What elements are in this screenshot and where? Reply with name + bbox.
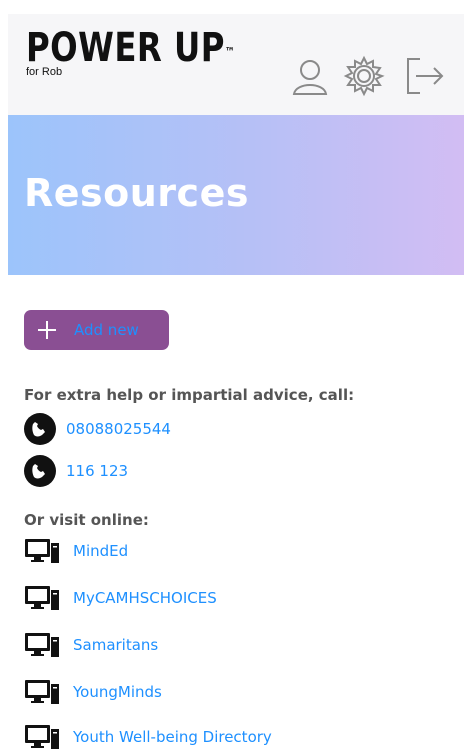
computer-icon bbox=[25, 539, 59, 563]
help-heading: For extra help or impartial advice, call… bbox=[24, 386, 355, 404]
gear-icon[interactable] bbox=[342, 54, 386, 98]
site-link-minded[interactable]: MindEd bbox=[73, 542, 128, 560]
phone-row: 116 123 bbox=[24, 455, 128, 487]
computer-icon bbox=[25, 633, 59, 657]
logout-icon[interactable] bbox=[402, 54, 446, 98]
logo[interactable]: POWER UP™ for Rob bbox=[26, 28, 258, 78]
site-row: Samaritans bbox=[24, 631, 158, 659]
add-new-label: Add new bbox=[74, 321, 139, 339]
phone-row: 08088025544 bbox=[24, 413, 171, 445]
user-icon[interactable] bbox=[288, 54, 332, 98]
site-link-samaritans[interactable]: Samaritans bbox=[73, 636, 158, 654]
visit-heading: Or visit online: bbox=[24, 511, 149, 529]
site-link-mycamhschoices[interactable]: MyCAMHSCHOICES bbox=[73, 589, 217, 607]
computer-icon bbox=[25, 586, 59, 610]
logo-main-text: POWER UP™ bbox=[26, 25, 236, 71]
phone-link[interactable]: 08088025544 bbox=[66, 420, 171, 438]
site-row: MindEd bbox=[24, 537, 128, 565]
computer-icon bbox=[25, 680, 59, 704]
site-row: YoungMinds bbox=[24, 678, 162, 706]
site-link-youngminds[interactable]: YoungMinds bbox=[73, 683, 162, 701]
phone-icon bbox=[24, 455, 56, 487]
page-title: Resources bbox=[24, 171, 249, 215]
site-row: MyCAMHSCHOICES bbox=[24, 584, 217, 612]
site-link-youth-wellbeing-directory[interactable]: Youth Well-being Directory bbox=[73, 728, 272, 746]
site-row: Youth Well-being Directory bbox=[24, 723, 272, 751]
add-new-button[interactable]: Add new bbox=[24, 310, 169, 350]
app-header: POWER UP™ for Rob bbox=[8, 14, 464, 115]
plus-icon bbox=[38, 321, 56, 339]
phone-link[interactable]: 116 123 bbox=[66, 462, 128, 480]
phone-icon bbox=[24, 413, 56, 445]
computer-icon bbox=[25, 725, 59, 749]
page-banner: Resources bbox=[8, 115, 464, 275]
